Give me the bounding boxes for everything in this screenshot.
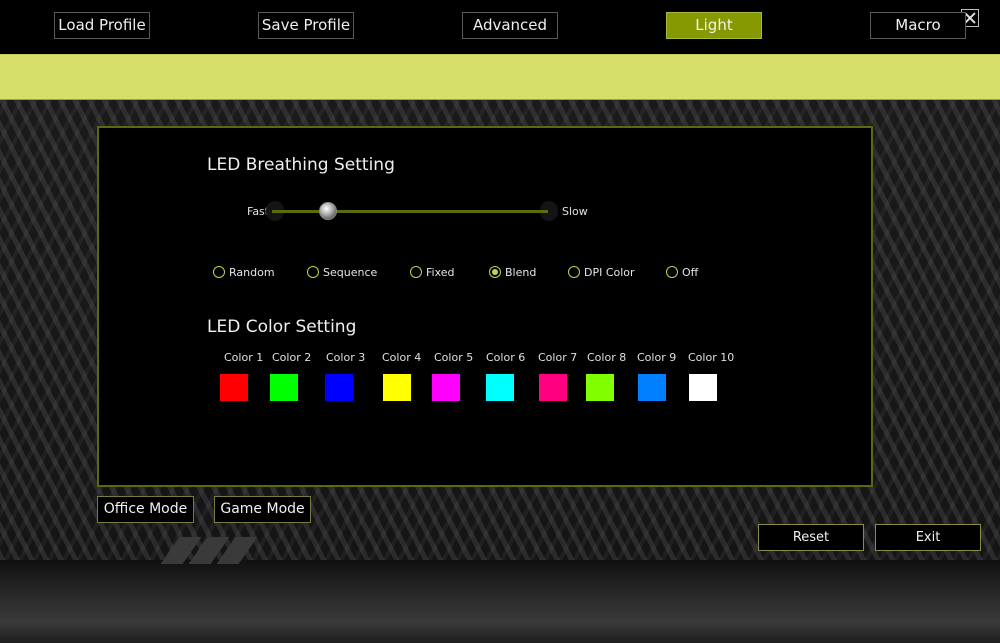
color-setting-title: LED Color Setting [207,317,357,337]
radio-button-icon [307,266,319,278]
color-label-10: Color 10 [688,351,735,364]
color-label-6: Color 6 [486,351,526,364]
breathing-speed-slider-thumb[interactable] [318,202,337,220]
exit-button[interactable]: Exit [875,524,981,551]
navigation-bar [0,54,1000,100]
color-label-1: Color 1 [224,351,264,364]
mode-radio-random[interactable]: Random [213,264,275,280]
color-swatch-9[interactable] [638,374,666,401]
light-tab[interactable]: Light [666,12,762,39]
radio-label: Blend [505,265,537,279]
decorative-stripes [158,537,258,564]
game-mode-button[interactable]: Game Mode [214,496,311,523]
color-label-5: Color 5 [434,351,474,364]
color-swatch-2[interactable] [270,374,298,401]
color-label-3: Color 3 [326,351,366,364]
slider-slow-label: Slow [562,205,588,218]
mode-radio-fixed[interactable]: Fixed [410,264,455,280]
radio-button-icon [666,266,678,278]
radio-button-icon [213,266,225,278]
color-swatch-4[interactable] [383,374,411,401]
light-settings-panel [97,126,873,487]
radio-label: Random [229,265,275,279]
radio-button-icon [410,266,422,278]
color-swatch-6[interactable] [486,374,514,401]
advanced-tab[interactable]: Advanced [462,12,558,39]
radio-label: Sequence [323,265,378,279]
reset-button[interactable]: Reset [758,524,864,551]
radio-button-selected-icon [489,266,501,278]
color-label-7: Color 7 [538,351,578,364]
color-swatch-5[interactable] [432,374,460,401]
color-label-4: Color 4 [382,351,422,364]
office-mode-button[interactable]: Office Mode [97,496,194,523]
breathing-setting-title: LED Breathing Setting [207,155,395,175]
radio-label: Fixed [426,265,455,279]
color-label-8: Color 8 [587,351,627,364]
color-swatch-3[interactable] [325,374,353,401]
bottom-background [0,560,1000,643]
mode-radio-sequence[interactable]: Sequence [307,264,377,280]
mode-radio-blend[interactable]: Blend [489,264,536,280]
light-settings-window: Load Profile Save Profile Advanced Light… [0,0,1000,643]
color-swatch-7[interactable] [539,374,567,401]
radio-label: DPI Color [584,265,635,279]
save-profile-button[interactable]: Save Profile [258,12,354,39]
mode-radio-dpi-color[interactable]: DPI Color [568,264,635,280]
mode-radio-off[interactable]: Off [666,264,698,280]
macro-tab[interactable]: Macro [870,12,966,39]
load-profile-button[interactable]: Load Profile [54,12,150,39]
radio-label: Off [682,265,699,279]
radio-button-icon [568,266,580,278]
color-swatch-8[interactable] [586,374,614,401]
color-swatch-10[interactable] [689,374,717,401]
color-swatch-1[interactable] [220,374,248,401]
breathing-speed-slider[interactable] [272,210,548,213]
color-label-2: Color 2 [272,351,312,364]
color-label-9: Color 9 [637,351,677,364]
